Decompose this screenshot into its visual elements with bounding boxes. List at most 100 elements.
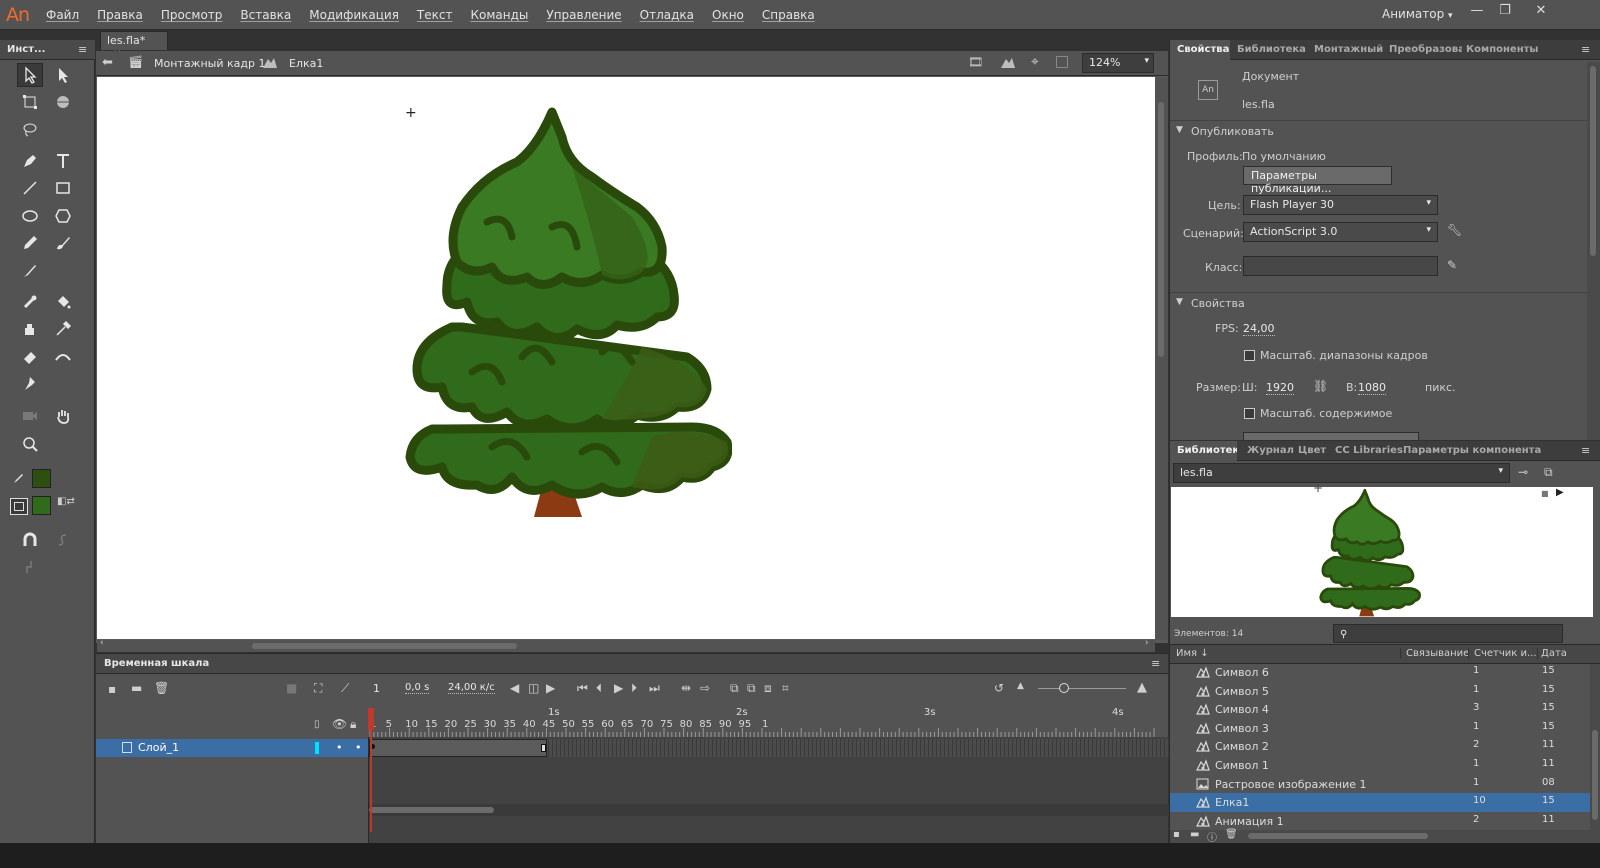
onion-skin-outlines-icon[interactable]: ⧉	[747, 681, 756, 696]
edit-class-pencil-icon[interactable]: ✎	[1447, 258, 1457, 272]
new-layer-icon[interactable]: ▪	[108, 682, 116, 696]
swap-colors-icon[interactable]: ◧⇄	[57, 496, 75, 507]
new-folder-icon[interactable]: ▬	[131, 681, 142, 695]
stage-vscroll-thumb[interactable]	[1158, 102, 1164, 357]
minimize-button[interactable]: —	[1466, 3, 1488, 23]
library-item[interactable]: Анимация 1 2 11	[1170, 812, 1600, 831]
modify-markers-icon[interactable]: ⌗	[782, 681, 789, 696]
library-item[interactable]: Символ 5 1 15	[1170, 682, 1600, 701]
camera-toggle-icon[interactable]: ■	[286, 681, 297, 695]
scroll-left-icon[interactable]: ‹	[100, 638, 104, 648]
col-linkage[interactable]: Связывание	[1400, 648, 1469, 659]
step-back-icon[interactable]: ⏴	[596, 681, 602, 696]
zoom-out-frames-icon[interactable]: ▲	[1017, 681, 1024, 691]
rectangle-tool[interactable]	[50, 176, 76, 200]
fill-color-swatch[interactable]	[32, 496, 51, 515]
highlight-layers-icon[interactable]: ▯	[314, 719, 320, 730]
library-item[interactable]: Символ 1 1 11	[1170, 756, 1600, 775]
polystar-tool[interactable]	[50, 204, 76, 228]
loop-icon[interactable]: ⇹	[681, 681, 691, 695]
snap-magnet-tool[interactable]	[17, 528, 43, 552]
hand-tool[interactable]	[50, 404, 76, 428]
edit-multiple-frames-icon[interactable]: ⧈	[764, 681, 772, 696]
oval-tool[interactable]	[17, 204, 43, 228]
menu-debug[interactable]: Отладка	[631, 8, 703, 22]
eyedropper-tool[interactable]	[50, 317, 76, 341]
bone-tool[interactable]	[17, 290, 43, 314]
publish-section-header[interactable]: ▼ Опубликовать	[1170, 120, 1600, 142]
fill-toggle-icon[interactable]	[10, 498, 28, 515]
menu-insert[interactable]: Вставка	[231, 8, 300, 22]
stage-hscroll-thumb[interactable]	[252, 643, 517, 649]
library-item[interactable]: Символ 3 1 15	[1170, 719, 1600, 738]
menu-commands[interactable]: Команды	[461, 8, 537, 22]
width-value[interactable]: 1920	[1266, 381, 1294, 395]
target-select[interactable]: Flash Player 30 ▾	[1243, 195, 1438, 215]
fps-field[interactable]: 24,00	[1243, 322, 1275, 336]
library-hscroll-thumb[interactable]	[1248, 833, 1428, 839]
layer-name[interactable]: Слой_1	[138, 741, 179, 754]
lock-icon[interactable]: 🔒︎	[350, 717, 356, 732]
center-stage-icon[interactable]: ⌖	[1031, 54, 1039, 70]
close-button[interactable]: ✕	[1530, 3, 1552, 23]
timeline-hscroll[interactable]	[369, 804, 1169, 816]
scale-content-checkbox[interactable]	[1244, 408, 1255, 419]
lasso-tool[interactable]	[17, 118, 43, 142]
next-keyframe-icon[interactable]: ▶	[546, 681, 555, 695]
scroll-right-icon[interactable]: ›	[1145, 638, 1149, 648]
zoom-select[interactable]: 124% ▾	[1082, 53, 1154, 73]
tab-library[interactable]: Библиотека	[1170, 441, 1237, 461]
menu-view[interactable]: Просмотр	[152, 8, 232, 22]
pin-library-icon[interactable]: ⊸	[1518, 465, 1528, 479]
delete-layer-icon[interactable]: 🗑︎	[154, 681, 169, 695]
menu-control[interactable]: Управление	[537, 8, 630, 22]
center-frame-icon[interactable]: ⇨	[700, 681, 710, 695]
camera-tool[interactable]	[17, 404, 43, 428]
timeline-hscroll-thumb[interactable]	[369, 807, 494, 813]
link-chain-icon[interactable]: ⛓︎	[1313, 379, 1328, 393]
col-date[interactable]: Дата	[1537, 648, 1567, 659]
menu-text[interactable]: Текст	[408, 8, 462, 22]
library-item[interactable]: Символ 4 3 15	[1170, 700, 1600, 719]
preview-play-icon[interactable]: ▶	[1556, 487, 1564, 498]
tab-button-library[interactable]: Библиотека ки	[1230, 40, 1308, 60]
current-frame-value[interactable]: 1	[373, 682, 380, 695]
class-input[interactable]	[1243, 256, 1438, 276]
eraser-tool[interactable]	[17, 345, 43, 369]
library-item[interactable]: Символ 6 1 15	[1170, 663, 1600, 682]
properties-scrollbar[interactable]	[1587, 62, 1600, 440]
col-name[interactable]: Имя ↓	[1176, 648, 1209, 659]
pin-tool[interactable]	[17, 372, 43, 396]
ink-bottle-tool[interactable]	[17, 317, 43, 341]
playhead-line[interactable]	[370, 714, 372, 832]
prev-keyframe-icon[interactable]: ◀	[510, 681, 519, 695]
straighten-tool[interactable]	[17, 555, 43, 579]
restore-button[interactable]: ❐	[1494, 3, 1516, 23]
selection-tool[interactable]	[17, 63, 43, 87]
pencil-tool[interactable]	[17, 231, 43, 255]
menu-modify[interactable]: Модификация	[300, 8, 408, 22]
smooth-tool[interactable]	[50, 528, 76, 552]
layer-color-indicator[interactable]	[315, 742, 319, 754]
library-document-select[interactable]: les.fla ▾	[1173, 463, 1510, 483]
preview-stop-icon[interactable]: ■	[1541, 489, 1549, 498]
library-item[interactable]: Растровое изображение 1 1 08	[1170, 775, 1600, 794]
panel-menu-icon[interactable]: ≡	[1151, 657, 1160, 670]
edit-symbols-icon[interactable]	[1000, 55, 1016, 72]
library-item[interactable]: Символ 2 2 11	[1170, 737, 1600, 756]
onion-skin-icon[interactable]: ⧉	[730, 681, 739, 696]
menu-file[interactable]: Файл	[37, 8, 88, 22]
col-use-count[interactable]: Счетчик и...	[1468, 648, 1537, 659]
library-vscroll[interactable]	[1590, 664, 1600, 830]
frame-span[interactable]	[369, 739, 547, 757]
properties-section-header[interactable]: ▼ Свойства	[1170, 292, 1600, 314]
height-value[interactable]: 1080	[1358, 381, 1386, 395]
tab-color[interactable]: Цвет	[1291, 441, 1333, 461]
go-to-last-icon[interactable]: ⏭	[649, 681, 660, 696]
paint-brush-tool[interactable]	[50, 231, 76, 255]
free-transform-tool[interactable]	[17, 90, 43, 114]
play-icon[interactable]: ▶	[614, 681, 623, 695]
stroke-color-swatch[interactable]	[32, 469, 51, 488]
hidden-button-edge[interactable]	[1243, 432, 1419, 440]
brush-tool[interactable]	[17, 259, 43, 283]
